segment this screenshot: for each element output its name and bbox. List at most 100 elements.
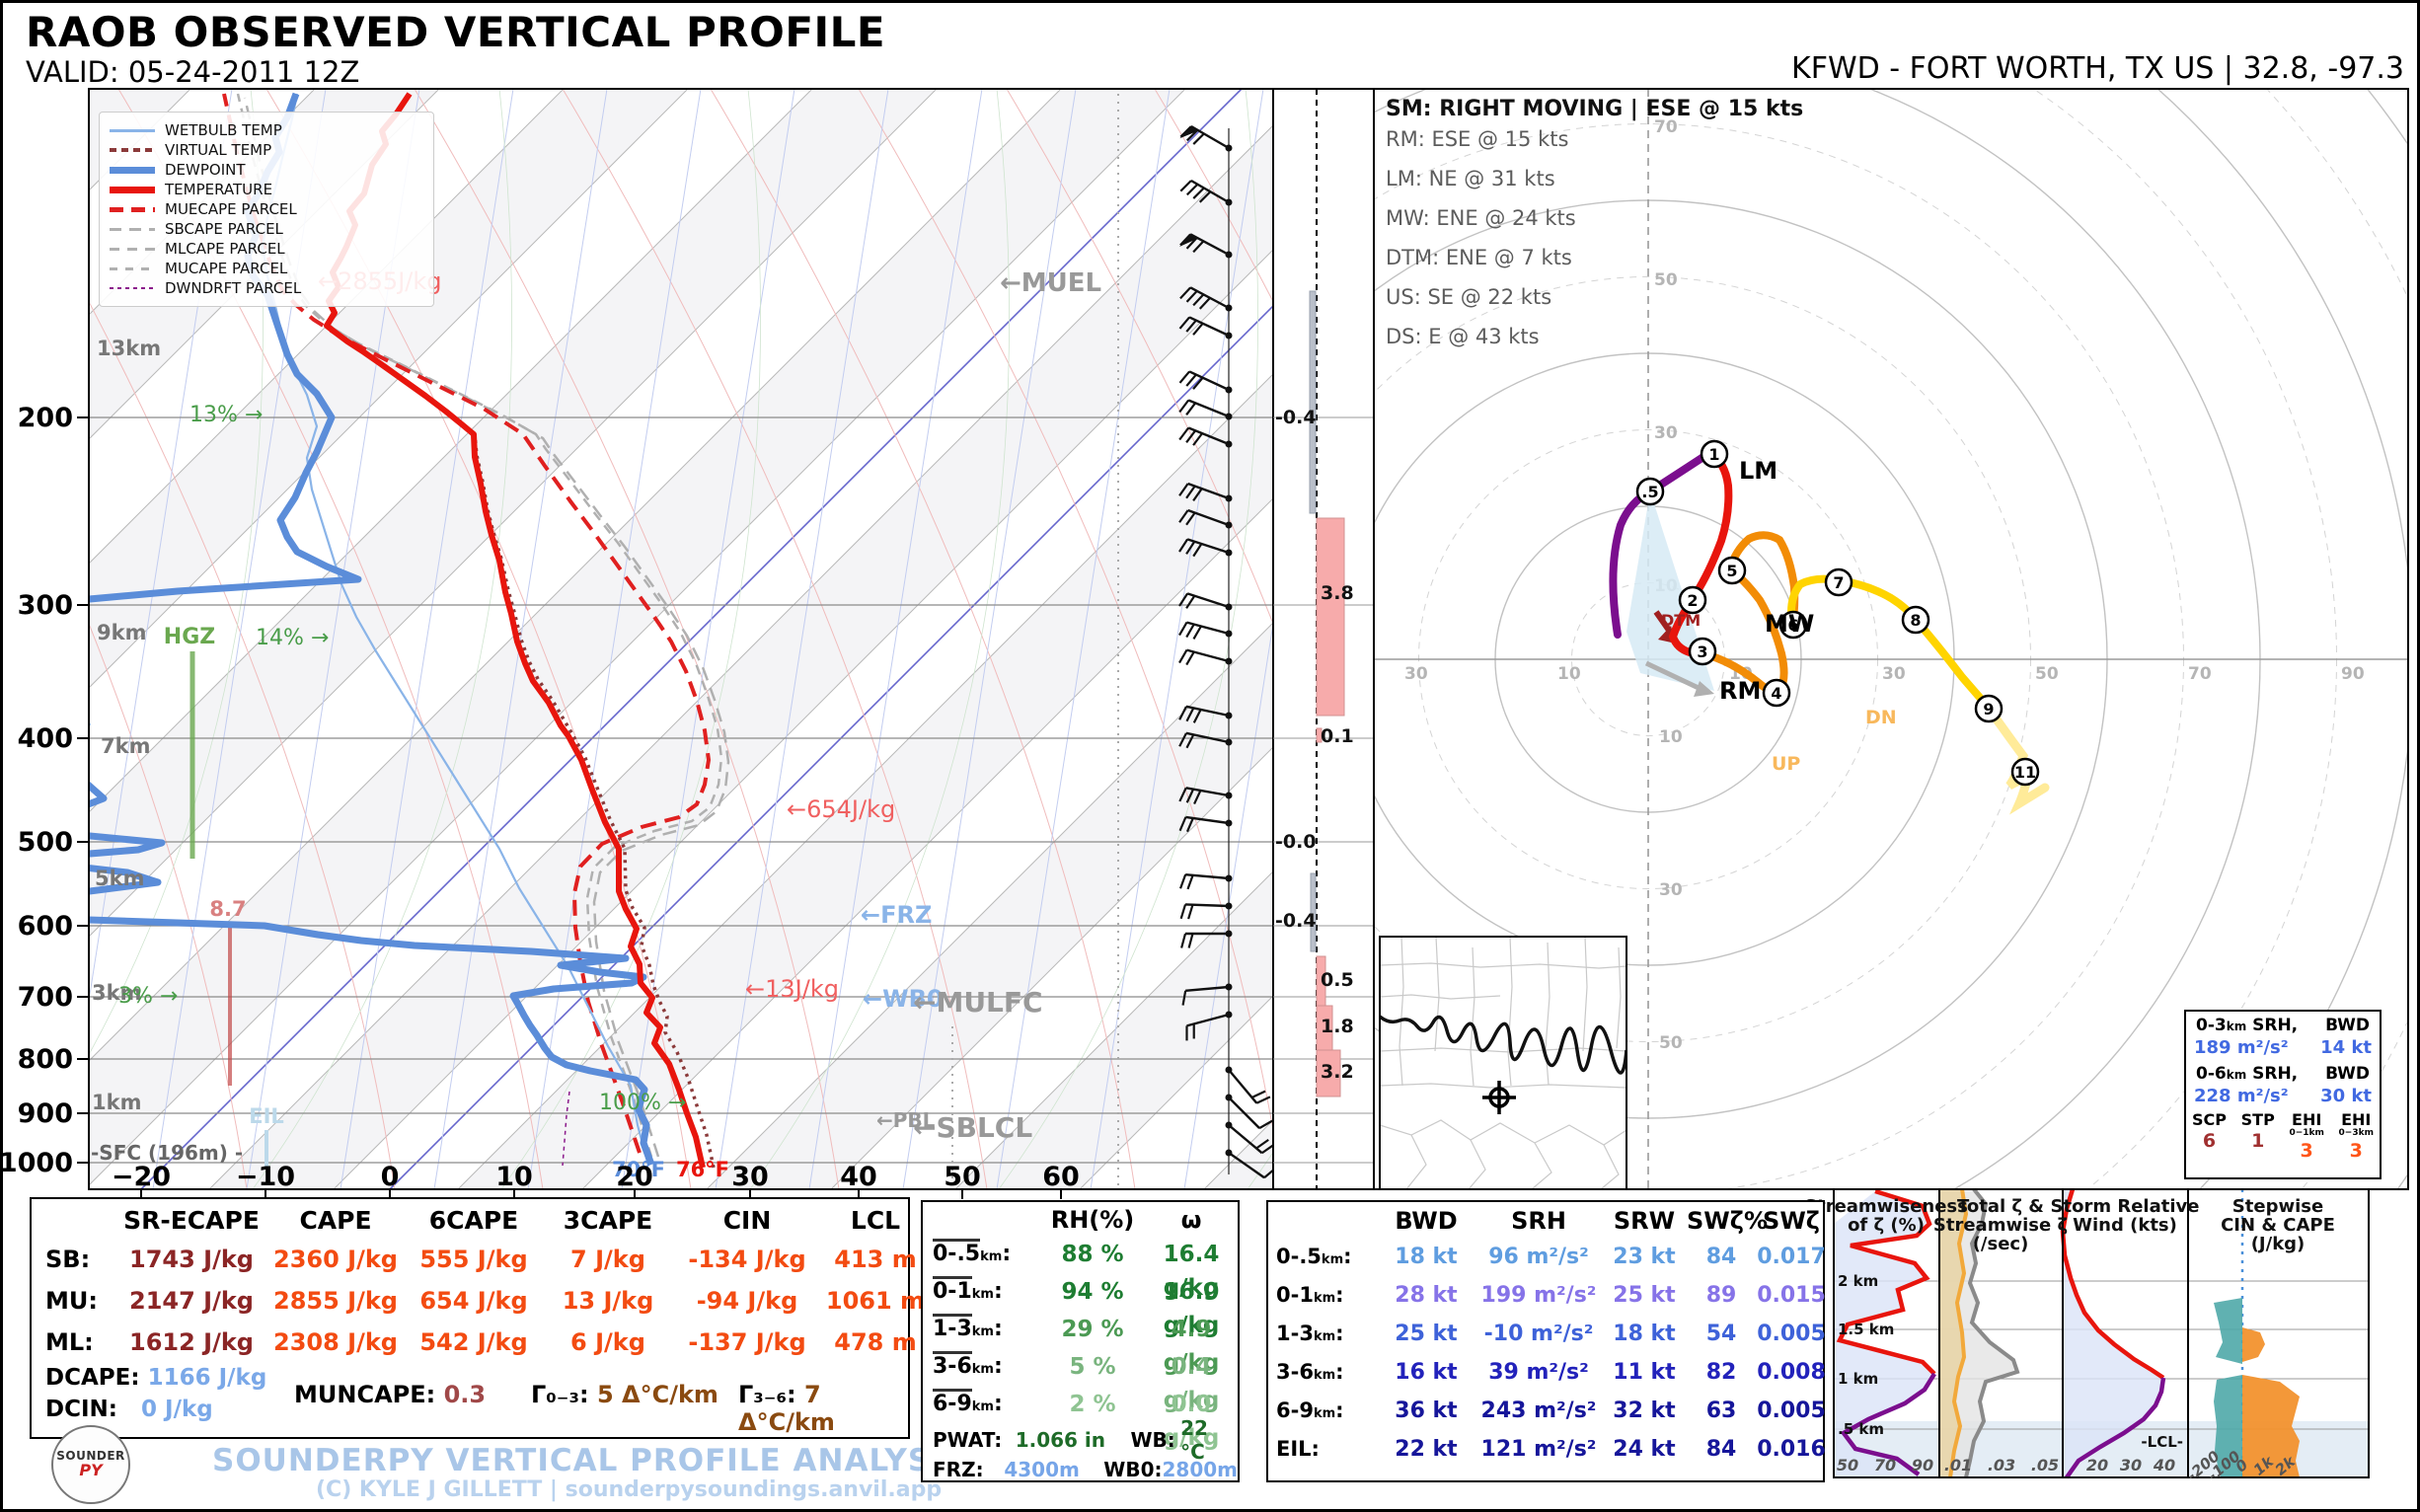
rh-row: 1-3km: 29 % 4.9 g/kg [933, 1313, 1238, 1350]
hodo-ring-label: 30 [1659, 880, 1683, 900]
storm-motion-line: LM: NE @ 31 kts [1386, 167, 1803, 190]
panel-title: Streamwiseness [1804, 1196, 1968, 1217]
svg-text:7: 7 [1833, 573, 1844, 592]
thermo-value: 654 J/kg [405, 1280, 543, 1322]
pressure-tick-label: 700 [18, 982, 73, 1013]
storm-motion-block: SM: RIGHT MOVING | ESE @ 15 kts RM: ESE … [1386, 97, 1803, 364]
legend-swatch [110, 148, 155, 152]
height-label: 7km [101, 734, 150, 758]
skewt-legend: WETBULB TEMPVIRTUAL TEMPDEWPOINTTEMPERAT… [99, 112, 434, 307]
annotation-eil: EIL [249, 1104, 284, 1128]
legend-swatch [110, 167, 155, 174]
kinematics-value: 24 kt [1602, 1430, 1687, 1469]
panel-title: (J/kg) [2251, 1234, 2306, 1254]
hodo-height-marker: 7 [1826, 569, 1852, 595]
dcape-value: 1166 J/kg [148, 1365, 267, 1391]
thermo-header: CAPE [266, 1203, 405, 1239]
svg-text:4: 4 [1771, 684, 1781, 703]
panel-title: Streamwise ζ [1933, 1215, 2068, 1236]
omega-bar-label: 3.2 [1321, 1061, 1354, 1083]
legend-item: DEWPOINT [110, 160, 423, 180]
panel-x-tick: 40 [2153, 1456, 2175, 1474]
kinematics-value: 39 m²/s² [1475, 1353, 1602, 1392]
legend-item: MUCAPE PARCEL [110, 259, 423, 278]
omega-value: 16.4 g/kg [1142, 1238, 1241, 1275]
stp-value: 1 [2241, 1130, 2275, 1152]
legend-swatch [110, 187, 155, 193]
lcl-marker-label: -LCL- [2141, 1433, 2183, 1451]
annotation-lapse: 8.7 [209, 897, 246, 921]
svg-text:3: 3 [1697, 643, 1707, 661]
kinematics-value: 243 m²/s² [1475, 1392, 1602, 1430]
pressure-tick-label: 1000 [0, 1148, 73, 1178]
annotation-cape_6: ←654J/kg [787, 795, 895, 823]
omega-value: 16.0 g/kg [1142, 1275, 1241, 1313]
srh-bwd-info-box: 0-3km SRH,BWD 189 m²/s²14 kt 0-6km SRH,B… [2184, 1010, 2382, 1179]
panel-x-tick: 20 [2086, 1456, 2108, 1474]
omega-negative-bar [1310, 291, 1316, 513]
hodo-height-marker: 2 [1680, 587, 1705, 613]
ehi-0-3-value: 3 [2339, 1140, 2374, 1162]
hodo-height-marker: 9 [1976, 696, 2002, 721]
km-axis-label: .5 km [1838, 1420, 1884, 1438]
hodo-height-marker: 5 [1719, 558, 1745, 583]
kinematics-value: 121 m²/s² [1475, 1430, 1602, 1469]
temp-tick-label: 60 [1042, 1162, 1080, 1192]
hodo-height-marker: 8 [1903, 607, 1928, 633]
hodo-ring-label: 30 [1882, 664, 1906, 684]
legend-swatch [110, 287, 155, 289]
dcin-value: 0 J/kg [141, 1397, 213, 1422]
omega-value: 4.9 g/kg [1142, 1313, 1241, 1350]
kinematics-value: 25 kt [1602, 1276, 1687, 1315]
panel-title: Wind (kts) [2073, 1215, 2177, 1236]
thermo-value: 13 J/kg [543, 1280, 673, 1322]
muncape-value: 0.3 [444, 1381, 487, 1408]
rh-row: 0-1km: 94 % 16.0 g/kg [933, 1275, 1238, 1313]
pressure-tick-label: 600 [18, 911, 73, 942]
srh-0-6: 228 m²/s² [2194, 1086, 2289, 1106]
thermo-value: 2308 J/kg [266, 1322, 405, 1363]
km-axis-label: 1.5 km [1838, 1321, 1894, 1338]
rh-row: 3-6km: 5 % 0.4 g/kg [933, 1350, 1238, 1388]
panel-x-tick: 30 [2120, 1456, 2142, 1474]
temp-tick-label: −10 [236, 1162, 295, 1192]
thermo-header: 3CAPE [543, 1203, 673, 1239]
rh-value: 29 % [1043, 1313, 1142, 1350]
kinematics-value: 54 [1687, 1315, 1756, 1353]
ehi-0-1-value: 3 [2289, 1140, 2323, 1162]
annotation-t76: 76°F [676, 1158, 729, 1181]
legend-item: MUECAPE PARCEL [110, 199, 423, 219]
thermo-row: SB:1743 J/kg2360 J/kg555 J/kg7 J/kg-134 … [45, 1239, 908, 1280]
storm-motion-line: RM: ESE @ 15 kts [1386, 127, 1803, 151]
rh-value: 94 % [1043, 1275, 1142, 1313]
valid-timestamp: VALID: 05-24-2011 12Z [26, 55, 359, 89]
thermo-header: SR-ECAPE [116, 1203, 266, 1239]
omega-value: 0.4 g/kg [1142, 1350, 1241, 1388]
temp-tick-label: 40 [840, 1162, 877, 1192]
footer-credit: (C) KYLE J GILLETT | sounderpysoundings.… [316, 1477, 942, 1502]
kinematics-value: 0.016 [1756, 1430, 1827, 1469]
kinematics-value: 25 kt [1377, 1315, 1475, 1353]
hodo-label-dtm: DTM [1661, 611, 1701, 630]
panel-title: (/sec) [1973, 1234, 2029, 1254]
legend-item: WETBULB TEMP [110, 120, 423, 140]
thermo-value: 1061 m [821, 1280, 930, 1322]
omega-left-label: -0.0 [1275, 831, 1317, 853]
thermo-value: 542 J/kg [405, 1322, 543, 1363]
svg-text:.5: .5 [1641, 483, 1658, 501]
annotation-cape_3: ←13J/kg [745, 975, 839, 1003]
panel-x-tick: .03 [1988, 1456, 2015, 1474]
panel-title: CIN & CAPE [2221, 1215, 2335, 1236]
temp-tick-label: 20 [616, 1162, 653, 1192]
hodo-label-dn: DN [1865, 707, 1897, 728]
svg-text:1: 1 [1708, 445, 1719, 464]
legend-swatch [110, 248, 155, 251]
annotation-hgz: HGZ [164, 625, 215, 649]
annotation-mulfc: ←MULFC [913, 986, 1043, 1019]
kinematics-header: SWζ% [1687, 1204, 1756, 1238]
panel-title: Stepwise [2232, 1196, 2323, 1217]
kinematics-value: 18 kt [1377, 1238, 1475, 1276]
kinematics-value: 96 m²/s² [1475, 1238, 1602, 1276]
hodo-height-marker: 4 [1764, 680, 1789, 706]
omega-left-label: -0.4 [1275, 910, 1317, 932]
